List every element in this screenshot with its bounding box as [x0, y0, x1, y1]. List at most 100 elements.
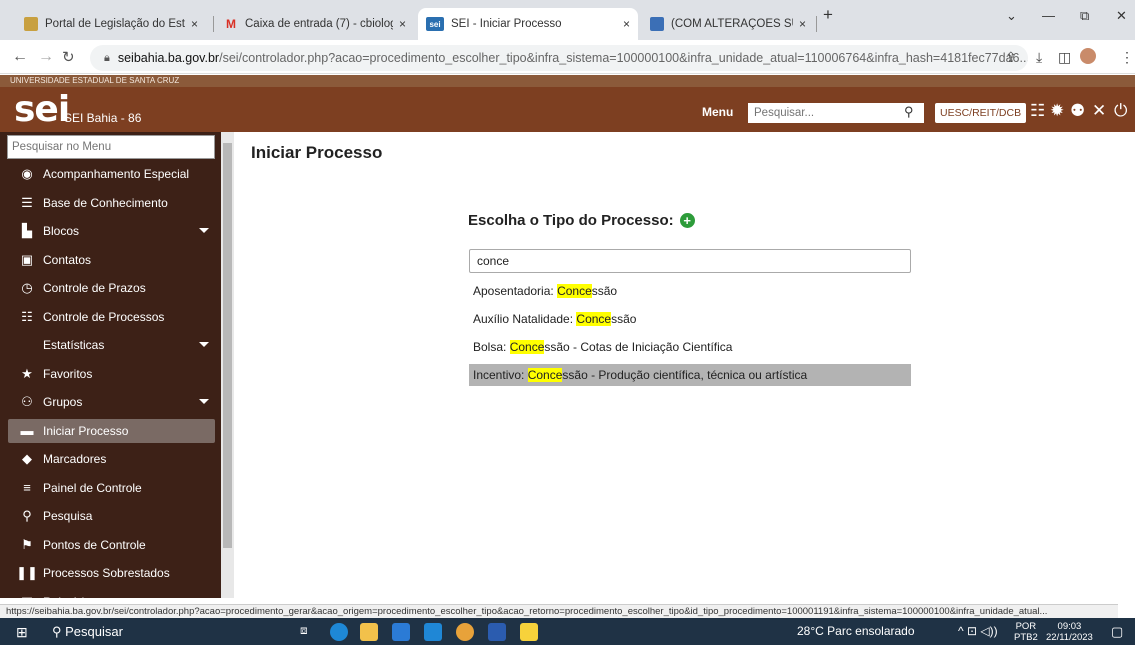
- sidebar-item-label: Grupos: [43, 395, 83, 409]
- sei-favicon-icon: sei: [426, 17, 444, 31]
- sidebar-item-iniciar-processo[interactable]: ▬ Iniciar Processo: [8, 418, 215, 443]
- header-search-input[interactable]: [748, 103, 924, 123]
- sidebar-item-base-de-conhecimento[interactable]: ☰ Base de Conhecimento: [8, 191, 215, 215]
- chrome-icon[interactable]: [456, 623, 474, 641]
- eye-icon: ◉: [21, 166, 33, 181]
- sidebar-item-acompanhamento-especial[interactable]: ◉ Acompanhamento Especial: [8, 162, 215, 186]
- download-icon[interactable]: ⤓: [1036, 49, 1042, 66]
- tab-title: (COM ALTERAÇÕES SUGERIDAS: [671, 18, 793, 30]
- process-type-option[interactable]: Aposentadoria: Concessão: [469, 280, 911, 302]
- folder-icon: ▬: [20, 423, 34, 438]
- side-panel-icon[interactable]: ◫: [1058, 49, 1071, 66]
- tab-documento[interactable]: (COM ALTERAÇÕES SUGERIDAS ×: [642, 8, 814, 40]
- sidebar-menu: ◉ Acompanhamento Especial ☰ Base de Conheci…: [0, 132, 234, 598]
- option-suffix: ssão - Produção científica, técnica ou a…: [562, 368, 808, 382]
- sidebar-item-controle-de-processos[interactable]: ☷ Controle de Processos: [8, 305, 215, 329]
- close-tab-icon[interactable]: ×: [623, 17, 630, 31]
- sidebar-item-estatisticas[interactable]: Estatísticas: [8, 333, 215, 357]
- back-icon[interactable]: ←: [12, 48, 28, 66]
- sidebar-item-label: Contatos: [43, 252, 92, 267]
- restore-icon[interactable]: ⧉: [1080, 8, 1089, 24]
- info-gear-icon[interactable]: ✹: [1050, 101, 1064, 121]
- logout-icon[interactable]: ⏻: [1114, 101, 1127, 121]
- grid-list-icon[interactable]: ☷: [1030, 101, 1045, 121]
- search-icon[interactable]: ⚲: [904, 104, 914, 120]
- sidebar-item-blocos[interactable]: ▙ Blocos: [8, 219, 215, 243]
- language-indicator[interactable]: POR PTB2: [1014, 621, 1038, 643]
- sei-logo[interactable]: sei: [14, 87, 70, 132]
- task-view-icon[interactable]: ⧈: [300, 623, 318, 641]
- sidebar-scrollbar-thumb[interactable]: [223, 143, 232, 548]
- windows-start-icon[interactable]: ⊞: [16, 624, 28, 641]
- sidebar-item-pontos-de-controle[interactable]: ⚑ Pontos de Controle: [8, 533, 215, 557]
- notification-icon[interactable]: ▢: [1111, 624, 1123, 640]
- sidebar-item-grupos[interactable]: ⚇ Grupos: [8, 390, 215, 414]
- tab-title: Caixa de entrada (7) - cbiolog@: [245, 18, 393, 30]
- window-close-icon[interactable]: ✕: [1116, 8, 1127, 24]
- menu-toggle[interactable]: Menu: [702, 105, 733, 119]
- search-icon: ⚲: [22, 508, 32, 523]
- reload-icon[interactable]: ↻: [62, 48, 75, 66]
- close-tab-icon[interactable]: ×: [399, 17, 406, 31]
- match-highlight: Conce: [557, 284, 592, 298]
- chevron-down-icon[interactable]: [199, 342, 209, 347]
- sticky-notes-icon[interactable]: [520, 623, 538, 641]
- org-name: SEI Bahia - 86: [64, 111, 142, 125]
- minimize-icon[interactable]: —: [1042, 8, 1055, 23]
- tab-sei-iniciar-processo[interactable]: sei SEI - Iniciar Processo ×: [418, 8, 638, 40]
- store-icon[interactable]: [392, 623, 410, 641]
- sidebar-item-pesquisa[interactable]: ⚲ Pesquisa: [8, 504, 215, 528]
- language-label: POR: [1015, 621, 1037, 632]
- chevron-down-icon[interactable]: [199, 228, 209, 233]
- flag-icon: ⚑: [21, 536, 33, 552]
- process-type-option[interactable]: Incentivo: Concessão - Produção científi…: [469, 364, 911, 386]
- sidebar-item-painel-de-controle[interactable]: ≡ Painel de Controle: [8, 476, 215, 500]
- profile-avatar[interactable]: [1080, 48, 1096, 64]
- sidebar-item-label: Favoritos: [43, 366, 93, 381]
- sidebar-item-marcadores[interactable]: ◆ Marcadores: [8, 447, 215, 471]
- mail-icon[interactable]: [424, 623, 442, 641]
- system-tray[interactable]: ^ ⊡ ◁)): [958, 624, 998, 638]
- process-type-filter-input[interactable]: [469, 249, 911, 273]
- process-type-option[interactable]: Bolsa: Concessão - Cotas de Iniciação Ci…: [469, 336, 911, 358]
- new-tab-button[interactable]: +: [823, 5, 833, 25]
- address-bar[interactable]: 🔒︎ seibahia.ba.gov.br/sei/controlador.ph…: [90, 45, 1028, 71]
- clock[interactable]: 09:03 22/11/2023: [1046, 621, 1093, 643]
- sidebar-item-relatorios[interactable]: ▦ Relatórios: [8, 590, 215, 599]
- sidebar-search-input[interactable]: [7, 135, 215, 159]
- user-icon[interactable]: ⚉: [1070, 101, 1085, 121]
- list-icon: ☷: [21, 308, 33, 324]
- choose-process-type-heading: Escolha o Tipo do Processo: +: [468, 212, 695, 229]
- chevron-down-icon[interactable]: [199, 399, 209, 404]
- weather-widget[interactable]: 28°C Parc ensolarado: [797, 624, 915, 638]
- match-highlight: Conce: [576, 312, 612, 326]
- gmail-favicon-icon: M: [226, 17, 236, 31]
- file-explorer-icon[interactable]: [360, 623, 378, 641]
- sidebar-item-contatos[interactable]: ▣ Contatos: [8, 248, 215, 272]
- process-type-option[interactable]: Auxílio Natalidade: Concessão: [469, 308, 911, 330]
- windows-taskbar: ⊞ ⚲ Pesquisar ⧈ 28°C Parc ensolarado ^ ⊡…: [0, 618, 1135, 645]
- option-prefix: Aposentadoria:: [473, 284, 558, 298]
- tab-search-dropdown-icon[interactable]: ⌄: [1006, 8, 1017, 24]
- share-icon[interactable]: ⇪: [1005, 49, 1017, 66]
- sidebar-item-label: Acompanhamento Especial: [43, 167, 190, 181]
- unit-selector[interactable]: UESC/REIT/DCB: [935, 103, 1027, 123]
- bank-favicon-icon: [24, 17, 38, 31]
- forward-icon[interactable]: →: [38, 48, 54, 66]
- word-icon[interactable]: [488, 623, 506, 641]
- tab-legislacao[interactable]: Portal de Legislação do Estado d ×: [16, 8, 206, 40]
- add-process-type-icon[interactable]: +: [679, 213, 695, 228]
- menu-icon: ≡: [23, 480, 31, 495]
- sidebar-item-processos-sobrestados[interactable]: ❚❚ Processos Sobrestados: [8, 561, 215, 585]
- sidebar-item-controle-de-prazos[interactable]: ◷ Controle de Prazos: [8, 276, 215, 300]
- close-tab-icon[interactable]: ×: [191, 17, 198, 31]
- edge-icon[interactable]: [330, 623, 348, 641]
- more-menu-icon[interactable]: ⋮: [1120, 49, 1134, 66]
- tools-icon[interactable]: ✕: [1092, 101, 1106, 121]
- taskbar-search[interactable]: ⚲ Pesquisar: [52, 624, 123, 640]
- university-bar: UNIVERSIDADE ESTADUAL DE SANTA CRUZ: [0, 75, 1135, 87]
- sidebar-item-favoritos[interactable]: ★ Favoritos: [8, 362, 215, 386]
- close-tab-icon[interactable]: ×: [799, 17, 806, 31]
- sidebar-item-label: Marcadores: [43, 452, 107, 466]
- tab-gmail[interactable]: M Caixa de entrada (7) - cbiolog@ ×: [216, 8, 414, 40]
